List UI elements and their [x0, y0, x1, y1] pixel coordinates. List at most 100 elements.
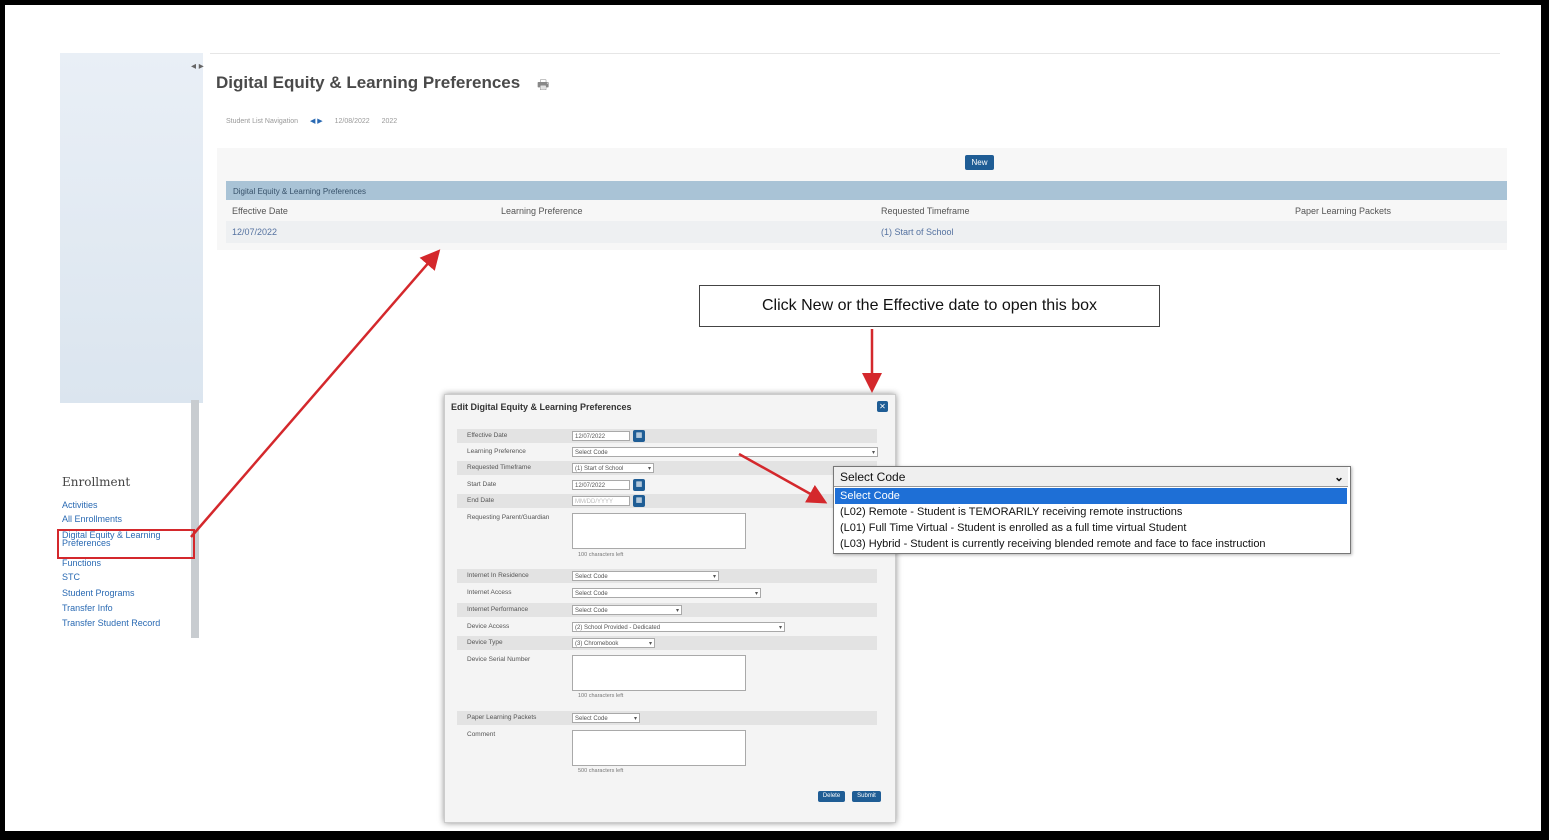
select-value: (1) Start of School	[575, 466, 624, 472]
comment-textarea[interactable]	[572, 730, 746, 766]
form-row: Paper Learning Packets Select Code ▾	[457, 711, 877, 725]
char-count-hint: 500 characters left	[578, 768, 624, 774]
dropdown-option[interactable]: (L03) Hybrid - Student is currently rece…	[835, 536, 1347, 552]
sidebar-item-activities[interactable]: Activities	[62, 500, 98, 510]
form-row: Device Type (3) Chromebook ▾	[457, 636, 877, 650]
form-row: Effective Date 12/07/2022 ▦	[457, 429, 877, 443]
paper-packets-select[interactable]: Select Code ▾	[572, 713, 640, 723]
dropdown-current-label: Select Code	[840, 470, 906, 484]
edit-modal: Edit Digital Equity & Learning Preferenc…	[444, 394, 896, 823]
effective-date-input[interactable]: 12/07/2022	[572, 431, 630, 441]
requested-timeframe-select[interactable]: (1) Start of School ▾	[572, 463, 654, 473]
arrow-to-effective-date	[190, 249, 441, 538]
device-serial-textarea[interactable]	[572, 655, 746, 691]
char-count-hint: 100 characters left	[578, 552, 624, 558]
field-label: Effective Date	[467, 432, 508, 439]
nav-arrows-icon[interactable]: ◀ ▶	[310, 117, 323, 125]
device-access-select[interactable]: (2) School Provided - Dedicated ▾	[572, 622, 785, 632]
header-divider	[210, 53, 1500, 54]
chevron-down-icon: ▾	[675, 608, 679, 614]
select-value: (3) Chromebook	[575, 641, 619, 647]
form-row: Learning Preference Select Code ▾	[457, 445, 878, 459]
column-header-effective-date[interactable]: Effective Date	[232, 206, 288, 216]
form-row: End Date MM/DD/YYYY ▦	[457, 494, 877, 508]
screenshot-frame: ◂ ▸ Enrollment Activities All Enrollment…	[5, 5, 1541, 831]
select-value: Select Code	[575, 450, 608, 456]
sidebar-item-student-programs[interactable]: Student Programs	[62, 588, 135, 598]
start-date-input[interactable]: 12/07/2022	[572, 480, 630, 490]
learning-preference-select[interactable]: Select Code ▾	[572, 447, 878, 457]
instruction-callout: Click New or the Effective date to open …	[699, 285, 1160, 327]
field-label: Comment	[467, 731, 496, 738]
close-icon[interactable]: ✕	[877, 401, 888, 412]
grid-title: Digital Equity & Learning Preferences	[233, 187, 366, 196]
form-row: Internet Access Select Code ▾	[457, 586, 877, 600]
sidebar-item-transfer-info[interactable]: Transfer Info	[62, 603, 113, 613]
sidebar-item-highlight-box	[57, 529, 195, 559]
sidebar-item-all-enrollments[interactable]: All Enrollments	[62, 514, 122, 524]
form-row: Device Access (2) School Provided - Dedi…	[457, 620, 877, 634]
modal-title: Edit Digital Equity & Learning Preferenc…	[451, 402, 632, 412]
dropdown-option[interactable]: (L02) Remote - Student is TEMORARILY rec…	[835, 504, 1347, 520]
select-value: Select Code	[575, 608, 608, 614]
field-label: Learning Preference	[467, 448, 526, 455]
column-header-requested-timeframe[interactable]: Requested Timeframe	[881, 206, 970, 216]
field-label: Device Serial Number	[467, 656, 531, 663]
form-row: Requested Timeframe (1) Start of School ▾	[457, 461, 877, 475]
column-header-paper-packets[interactable]: Paper Learning Packets	[1295, 206, 1391, 216]
form-row: Device Serial Number 100 characters left	[457, 653, 877, 705]
breadcrumb-item[interactable]: Student List Navigation	[226, 118, 298, 125]
dropdown-option[interactable]: (L01) Full Time Virtual - Student is enr…	[835, 520, 1347, 536]
sidebar-item-stc[interactable]: STC	[62, 572, 80, 582]
chevron-down-icon: ▾	[712, 574, 716, 580]
submit-button[interactable]: Submit	[852, 791, 881, 802]
select-value: Select Code	[575, 591, 608, 597]
requesting-parent-textarea[interactable]	[572, 513, 746, 549]
chevron-down-icon[interactable]: ⌄	[1334, 467, 1344, 487]
sidebar-scrollbar[interactable]	[191, 400, 199, 638]
field-label: Internet In Residence	[467, 572, 529, 579]
delete-button[interactable]: Delete	[818, 791, 845, 802]
breadcrumb-item[interactable]: 12/08/2022	[335, 118, 370, 125]
grid-header-bar	[226, 181, 1507, 200]
field-label: Requesting Parent/Guardian	[467, 514, 550, 521]
form-row: Internet In Residence Select Code ▾	[457, 569, 877, 583]
form-row: Requesting Parent/Guardian 100 character…	[457, 511, 877, 561]
table-cell: (1) Start of School	[881, 227, 954, 237]
sidebar-item-transfer-student-record[interactable]: Transfer Student Record	[62, 618, 160, 628]
chevron-down-icon: ▾	[648, 641, 652, 647]
end-date-input[interactable]: MM/DD/YYYY	[572, 496, 630, 506]
field-label: Internet Access	[467, 589, 512, 596]
effective-date-link[interactable]: 12/07/2022	[232, 227, 277, 237]
chevron-down-icon: ▾	[754, 591, 758, 597]
select-value: (2) School Provided - Dedicated	[575, 625, 661, 631]
print-icon[interactable]: 🖶	[537, 76, 549, 98]
internet-performance-select[interactable]: Select Code ▾	[572, 605, 682, 615]
calendar-icon[interactable]: ▦	[633, 479, 645, 491]
learning-preference-dropdown[interactable]: Select Code ⌄ Select Code (L02) Remote -…	[833, 466, 1351, 554]
new-button[interactable]: New	[965, 155, 994, 170]
field-label: End Date	[467, 497, 495, 504]
column-header-learning-preference[interactable]: Learning Preference	[501, 206, 583, 216]
internet-access-select[interactable]: Select Code ▾	[572, 588, 761, 598]
calendar-icon[interactable]: ▦	[633, 495, 645, 507]
sidebar-section-title: Enrollment	[62, 475, 131, 489]
collapse-sidebar-icon[interactable]: ◂ ▸	[191, 61, 204, 72]
field-label: Device Type	[467, 639, 503, 646]
field-label: Requested Timeframe	[467, 464, 531, 471]
device-type-select[interactable]: (3) Chromebook ▾	[572, 638, 655, 648]
internet-residence-select[interactable]: Select Code ▾	[572, 571, 719, 581]
sidebar-item-functions[interactable]: Functions	[62, 558, 101, 568]
calendar-icon[interactable]: ▦	[633, 430, 645, 442]
chevron-down-icon: ▾	[633, 716, 637, 722]
field-label: Internet Performance	[467, 606, 529, 613]
breadcrumb: Student List Navigation ◀ ▶ 12/08/2022 2…	[226, 117, 407, 125]
select-value: Select Code	[575, 716, 608, 722]
breadcrumb-item[interactable]: 2022	[382, 118, 398, 125]
page-title: Digital Equity & Learning Preferences	[216, 73, 521, 92]
chevron-down-icon: ▾	[647, 466, 651, 472]
dropdown-option[interactable]: Select Code	[835, 488, 1347, 504]
dropdown-current-value[interactable]: Select Code ⌄	[834, 467, 1348, 487]
table-row[interactable]	[226, 221, 1507, 243]
chevron-down-icon: ▾	[778, 625, 782, 631]
